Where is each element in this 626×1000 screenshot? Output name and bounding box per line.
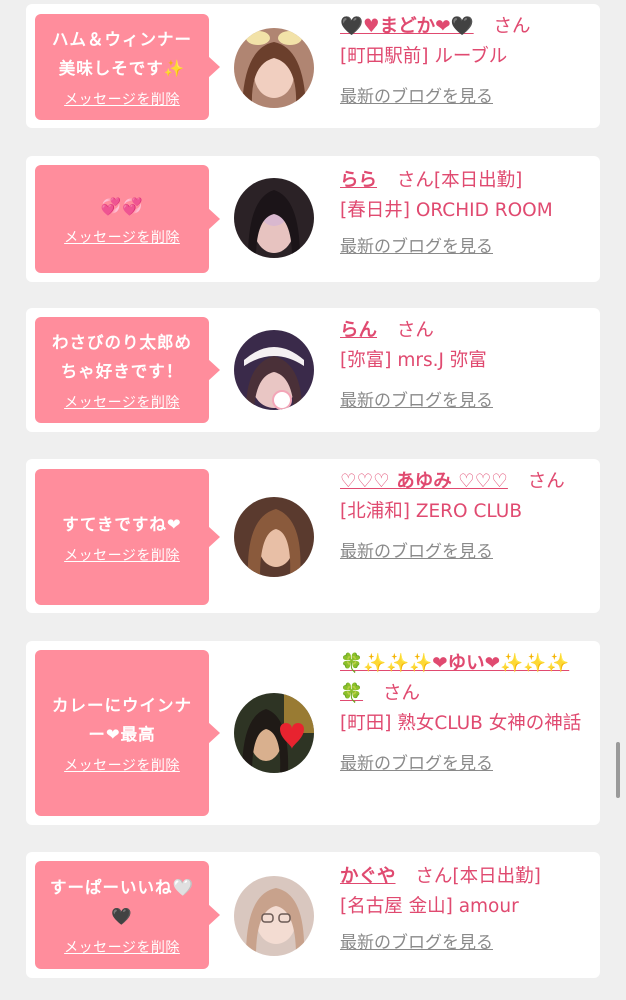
working-today-label: [本日出勤] xyxy=(433,170,523,191)
cast-info: 🖤♥まどか❤🖤 さん [町田駅前] ルーブル 最新のブログを見る xyxy=(340,12,590,112)
avatar[interactable] xyxy=(234,693,314,773)
message-card: 💞💞 メッセージを削除 らら さん[本日出勤] [春日井] ORCHID ROO… xyxy=(26,156,600,282)
message-card: ハム＆ウィンナー 美味しそです✨ メッセージを削除 🖤♥まどか❤🖤 さん [町田… xyxy=(26,4,600,128)
avatar[interactable] xyxy=(234,178,314,258)
avatar[interactable] xyxy=(234,28,314,108)
avatar-photo xyxy=(234,28,314,108)
message-card: すーぱーいいね🤍 🖤 メッセージを削除 かぐや さん[本日出勤] [名古屋 金山… xyxy=(26,852,600,978)
avatar-photo xyxy=(234,693,314,773)
message-text: すてきですね❤ xyxy=(62,514,182,534)
san-suffix: さん xyxy=(527,471,565,492)
delete-message-link[interactable]: メッセージを削除 xyxy=(64,392,180,412)
shop-name: [北浦和] ZERO CLUB xyxy=(340,501,523,522)
san-suffix: さん xyxy=(415,866,453,887)
blog-link[interactable]: 最新のブログを見る xyxy=(340,386,590,416)
shop-name: [町田駅前] ルーブル xyxy=(340,46,508,67)
message-card: すてきですね❤ メッセージを削除 ♡♡♡ あゆみ ♡♡♡ さん [北浦和] ZE… xyxy=(26,459,600,613)
message-text: カレーにウインナ ー❤最高 xyxy=(52,696,192,744)
avatar-photo xyxy=(234,876,314,956)
avatar[interactable] xyxy=(234,330,314,410)
delete-message-link[interactable]: メッセージを削除 xyxy=(64,937,180,957)
cast-name-link[interactable]: かぐや xyxy=(340,866,396,887)
message-card: わさびのり太郎め ちゃ好きです！ メッセージを削除 らん さん [弥富] mrs… xyxy=(26,308,600,432)
delete-message-link[interactable]: メッセージを削除 xyxy=(64,89,180,109)
message-text: わさびのり太郎め ちゃ好きです！ xyxy=(52,333,192,381)
cast-name-link[interactable]: 🖤♥まどか❤🖤 xyxy=(340,16,474,37)
avatar-photo xyxy=(234,178,314,258)
message-text: すーぱーいいね🤍 🖤 xyxy=(49,878,195,926)
message-card: カレーにウインナ ー❤最高 メッセージを削除 🍀✨✨✨❤ゆい❤✨✨✨🍀 さん [… xyxy=(26,641,600,825)
shop-name: [名古屋 金山] amour xyxy=(340,896,519,917)
blog-link[interactable]: 最新のブログを見る xyxy=(340,537,590,567)
delete-message-link[interactable]: メッセージを削除 xyxy=(64,545,180,565)
scrollbar[interactable] xyxy=(616,742,620,798)
message-text: 💞💞 xyxy=(100,196,144,216)
cast-info: かぐや さん[本日出勤] [名古屋 金山] amour 最新のブログを見る xyxy=(340,862,590,958)
message-bubble: わさびのり太郎め ちゃ好きです！ メッセージを削除 xyxy=(35,317,220,423)
blog-link[interactable]: 最新のブログを見る xyxy=(340,82,590,112)
avatar-photo xyxy=(234,330,314,410)
shop-name: [弥富] mrs.J 弥富 xyxy=(340,350,487,371)
san-suffix: さん xyxy=(493,16,531,37)
avatar[interactable] xyxy=(234,497,314,577)
message-bubble: すてきですね❤ メッセージを削除 xyxy=(35,469,220,605)
cast-name-link[interactable]: らら xyxy=(340,170,377,191)
cast-name-link[interactable]: 🍀✨✨✨❤ゆい❤✨✨✨🍀 xyxy=(340,653,569,704)
message-bubble: カレーにウインナ ー❤最高 メッセージを削除 xyxy=(35,650,220,816)
cast-info: ♡♡♡ あゆみ ♡♡♡ さん [北浦和] ZERO CLUB 最新のブログを見る xyxy=(340,467,590,567)
delete-message-link[interactable]: メッセージを削除 xyxy=(64,227,180,247)
message-bubble: すーぱーいいね🤍 🖤 メッセージを削除 xyxy=(35,861,220,969)
avatar[interactable] xyxy=(234,876,314,956)
message-bubble: 💞💞 メッセージを削除 xyxy=(35,165,220,273)
working-today-label: [本日出勤] xyxy=(452,866,541,887)
cast-name-link[interactable]: らん xyxy=(340,320,377,341)
san-suffix: さん xyxy=(396,320,434,341)
cast-info: 🍀✨✨✨❤ゆい❤✨✨✨🍀 さん [町田] 熟女CLUB 女神の神話 最新のブログ… xyxy=(340,649,590,779)
san-suffix: さん xyxy=(396,170,434,191)
blog-link[interactable]: 最新のブログを見る xyxy=(340,749,590,779)
cast-name-link[interactable]: ♡♡♡ あゆみ ♡♡♡ xyxy=(340,471,508,492)
cast-info: らら さん[本日出勤] [春日井] ORCHID ROOM 最新のブログを見る xyxy=(340,166,590,262)
shop-name: [春日井] ORCHID ROOM xyxy=(340,200,553,221)
san-suffix: さん xyxy=(382,683,420,704)
message-bubble: ハム＆ウィンナー 美味しそです✨ メッセージを削除 xyxy=(35,14,220,120)
cast-info: らん さん [弥富] mrs.J 弥富 最新のブログを見る xyxy=(340,316,590,416)
shop-name: [町田] 熟女CLUB 女神の神話 xyxy=(340,713,582,734)
avatar-photo xyxy=(234,497,314,577)
message-text: ハム＆ウィンナー 美味しそです✨ xyxy=(52,30,192,78)
delete-message-link[interactable]: メッセージを削除 xyxy=(64,755,180,775)
blog-link[interactable]: 最新のブログを見る xyxy=(340,232,590,262)
blog-link[interactable]: 最新のブログを見る xyxy=(340,928,590,958)
